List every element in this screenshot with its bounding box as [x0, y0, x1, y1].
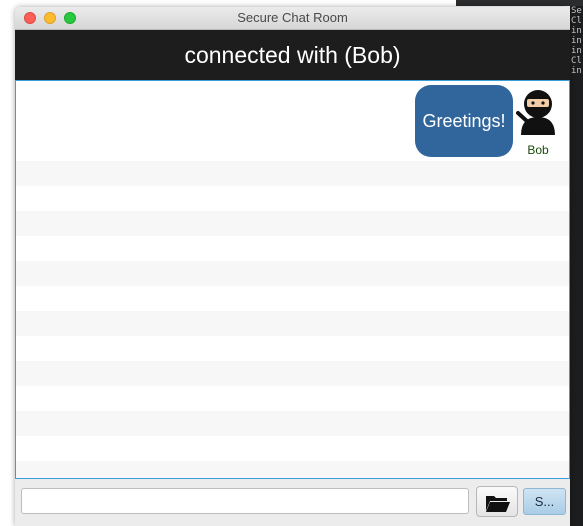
- list-row: [16, 236, 569, 261]
- list-row-stripe: [16, 261, 569, 286]
- chat-message-list[interactable]: Greetings! Bob: [15, 80, 570, 479]
- ninja-avatar-icon: [515, 87, 561, 137]
- close-window-button[interactable]: [24, 12, 36, 24]
- message-bubble: Greetings!: [415, 85, 513, 157]
- list-row-stripe: [16, 361, 569, 386]
- list-row: [16, 186, 569, 211]
- list-row-stripe: [16, 161, 569, 186]
- list-row: [16, 436, 569, 461]
- connection-header: connected with (Bob): [15, 30, 570, 80]
- message-input[interactable]: [21, 488, 469, 514]
- background-window-edge: [456, 0, 583, 6]
- minimize-window-button[interactable]: [44, 12, 56, 24]
- list-row-stripe: [16, 211, 569, 236]
- chat-window: Secure Chat Room connected with (Bob) Gr…: [15, 7, 570, 526]
- composer-bar: S...: [15, 479, 570, 526]
- message-item[interactable]: Greetings! Bob: [369, 85, 569, 159]
- list-row-stripe: [16, 461, 569, 478]
- background-terminal: Se Cl in in in Cl in: [570, 0, 583, 526]
- maximize-window-button[interactable]: [64, 12, 76, 24]
- connection-status-text: connected with (Bob): [184, 42, 401, 68]
- terminal-text: Se Cl in in in Cl in: [571, 6, 582, 76]
- list-row-stripe: [16, 311, 569, 336]
- send-button[interactable]: S...: [523, 488, 566, 515]
- message-sender-name: Bob: [527, 143, 549, 157]
- folder-icon: [486, 496, 510, 512]
- list-row: [16, 336, 569, 361]
- list-row: [16, 386, 569, 411]
- list-row: [16, 286, 569, 311]
- attach-file-button[interactable]: [476, 486, 518, 517]
- window-title: Secure Chat Room: [237, 10, 348, 25]
- list-row-stripe: [16, 411, 569, 436]
- title-bar[interactable]: Secure Chat Room: [15, 7, 570, 30]
